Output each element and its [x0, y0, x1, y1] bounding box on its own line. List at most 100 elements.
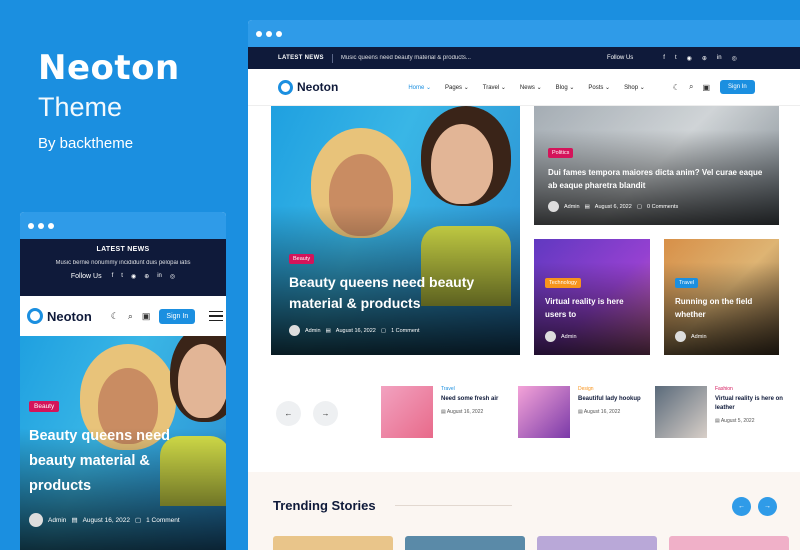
brand-theme: Theme [38, 92, 123, 122]
main-navbar: Neoton Home ⌄ Pages ⌄ Travel ⌄ News ⌄ Bl… [248, 69, 800, 106]
rss-icon[interactable]: ◉ [131, 273, 136, 280]
mini-post[interactable]: Fashion Virtual reality is here on leath… [655, 386, 785, 438]
post-title[interactable]: Dui fames tempora maiores dicta anim? Ve… [548, 166, 773, 192]
post-meta: Admin [675, 331, 707, 342]
author-name[interactable]: Admin [48, 517, 66, 524]
rss-icon[interactable]: ◉ [687, 55, 692, 62]
logo-text: Neoton [47, 308, 92, 324]
avatar [545, 331, 556, 342]
facebook-icon[interactable]: f [663, 55, 665, 62]
hero-category-badge[interactable]: Beauty [289, 254, 315, 264]
dribbble-icon[interactable]: ⊕ [144, 273, 149, 280]
window-dots [248, 20, 800, 47]
post-category[interactable]: Fashion [715, 386, 785, 392]
arrow-right-icon[interactable]: → [313, 401, 338, 426]
search-icon[interactable]: ⌕ [128, 311, 133, 322]
post-thumbnail[interactable] [655, 386, 707, 438]
latest-news-headline[interactable]: Music bernie nonummy incididunt duis pel… [20, 260, 226, 266]
author-name[interactable]: Admin [305, 328, 321, 334]
comment-count[interactable]: 1 Comment [391, 328, 419, 334]
post-title[interactable]: Running on the field whether [675, 295, 775, 321]
hero-title[interactable]: Beauty queens need beauty material & pro… [29, 424, 214, 499]
mini-post[interactable]: Design Beautiful lady hookup ▤ August 16… [518, 386, 648, 438]
post-category[interactable]: Design [578, 386, 641, 392]
arrow-left-icon[interactable]: ← [732, 497, 751, 516]
post-thumbnail[interactable] [273, 536, 393, 550]
menu-item-shop[interactable]: Shop ⌄ [624, 84, 645, 91]
author-name[interactable]: Admin [561, 334, 577, 340]
featured-post-politics[interactable]: Politics Dui fames tempora maiores dicta… [534, 106, 779, 225]
linkedin-icon[interactable]: in [157, 273, 162, 280]
top-news-bar: LATEST NEWS Music queens need beauty mat… [248, 47, 800, 69]
comment-count[interactable]: 1 Comment [146, 517, 180, 524]
hamburger-menu-icon[interactable] [209, 310, 224, 322]
dark-mode-icon[interactable]: ☾ [673, 83, 680, 92]
category-badge[interactable]: Technology [545, 278, 581, 288]
post-thumbnail[interactable] [537, 536, 657, 550]
avatar [548, 201, 559, 212]
search-icon[interactable]: ⌕ [689, 82, 693, 92]
latest-news-headline[interactable]: Music queens need beauty material & prod… [341, 55, 471, 61]
post-title[interactable]: Beautiful lady hookup [578, 395, 641, 404]
bookmark-icon[interactable]: ▣ [702, 83, 710, 92]
sign-in-button[interactable]: Sign In [159, 308, 196, 324]
hero-title[interactable]: Beauty queens need beauty material & pro… [289, 272, 509, 314]
bookmark-icon[interactable]: ▣ [142, 311, 151, 322]
hero-category-badge[interactable]: Beauty [29, 401, 60, 412]
menu-item-travel[interactable]: Travel ⌄ [483, 84, 506, 91]
linkedin-icon[interactable]: in [717, 55, 722, 62]
author-name[interactable]: Admin [691, 334, 707, 340]
category-badge[interactable]: Politics [548, 148, 574, 158]
post-title[interactable]: Virtual reality is here users to [545, 295, 645, 321]
calendar-icon: ▤ [584, 203, 590, 210]
comment-count[interactable]: 0 Comments [647, 204, 678, 210]
post-meta: Admin ▤ August 6, 2022 ▢ 0 Comments [548, 201, 678, 212]
twitter-icon[interactable]: t [121, 273, 123, 280]
browser-chrome [248, 20, 800, 47]
post-thumbnail[interactable] [381, 386, 433, 438]
hero-post[interactable]: Beauty Beauty queens need beauty materia… [271, 106, 520, 355]
dribbble-icon[interactable]: ⊕ [702, 55, 707, 62]
post-title[interactable]: Need some fresh air [441, 395, 498, 404]
social-links: f t ◉ ⊕ in ◎ [663, 55, 737, 62]
post-title[interactable]: Virtual reality is here on leather [715, 395, 785, 413]
main-menu: Home ⌄ Pages ⌄ Travel ⌄ News ⌄ Blog ⌄ Po… [408, 84, 644, 91]
arrow-right-icon[interactable]: → [758, 497, 777, 516]
logo-ring-icon [27, 308, 43, 324]
brand-author: By backtheme [38, 135, 134, 152]
dark-mode-icon[interactable]: ☾ [111, 311, 119, 322]
arrow-left-icon[interactable]: ← [276, 401, 301, 426]
mobile-hero-post[interactable]: Beauty Beauty queens need beauty materia… [20, 336, 226, 550]
menu-item-news[interactable]: News ⌄ [520, 84, 542, 91]
sign-in-button[interactable]: Sign In [720, 80, 755, 94]
site-logo[interactable]: Neoton [278, 79, 338, 95]
mobile-news-bar: LATEST NEWS Music bernie nonummy incidid… [20, 239, 226, 296]
author-name[interactable]: Admin [564, 204, 580, 210]
browser-chrome [20, 212, 226, 239]
post-thumbnail[interactable] [405, 536, 525, 550]
featured-post-technology[interactable]: Technology Virtual reality is here users… [534, 239, 650, 355]
trending-controls: ← → [732, 497, 777, 516]
mobile-navbar: Neoton ☾ ⌕ ▣ Sign In [20, 296, 226, 336]
menu-item-home[interactable]: Home ⌄ [408, 84, 431, 91]
post-date: August 16, 2022 [583, 409, 621, 415]
menu-item-pages[interactable]: Pages ⌄ [445, 84, 469, 91]
hero-meta: Admin ▤ August 16, 2022 ▢ 1 Comment [289, 325, 420, 336]
social-links: f t ◉ ⊕ in ◎ [112, 273, 176, 280]
follow-us-label: Follow Us [70, 273, 102, 280]
menu-item-posts[interactable]: Posts ⌄ [588, 84, 610, 91]
category-badge[interactable]: Travel [675, 278, 699, 288]
site-logo[interactable]: Neoton [27, 308, 92, 324]
twitter-icon[interactable]: t [675, 55, 677, 62]
post-thumbnail[interactable] [518, 386, 570, 438]
mini-post[interactable]: Travel Need some fresh air ▤ August 16, … [381, 386, 511, 438]
instagram-icon[interactable]: ◎ [732, 55, 737, 62]
instagram-icon[interactable]: ◎ [170, 273, 175, 280]
featured-post-travel[interactable]: Travel Running on the field whether Admi… [664, 239, 779, 355]
menu-item-blog[interactable]: Blog ⌄ [556, 84, 575, 91]
post-thumbnail[interactable] [669, 536, 789, 550]
hero-meta: Admin ▤ August 16, 2022 ▢ 1 Comment [29, 513, 180, 527]
post-category[interactable]: Travel [441, 386, 498, 392]
post-date: August 6, 2022 [594, 203, 632, 210]
facebook-icon[interactable]: f [112, 273, 114, 280]
